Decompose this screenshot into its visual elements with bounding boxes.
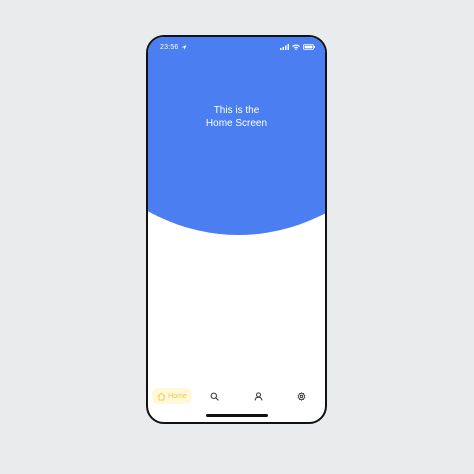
hero-title: This is the Home Screen xyxy=(148,104,325,130)
tab-search[interactable] xyxy=(206,388,222,404)
wifi-icon xyxy=(292,44,300,50)
search-icon xyxy=(210,392,219,401)
hero-title-line-1: This is the xyxy=(213,105,260,116)
location-arrow-icon xyxy=(181,45,187,50)
tab-settings[interactable] xyxy=(293,388,309,404)
hero-background xyxy=(148,37,325,235)
tab-profile[interactable] xyxy=(250,388,266,404)
tab-home-label: Home xyxy=(168,392,187,400)
status-time: 23:56 xyxy=(160,44,179,51)
tab-home[interactable]: Home xyxy=(152,388,192,404)
gear-icon xyxy=(297,391,305,401)
home-icon xyxy=(157,392,166,401)
hero-title-line-2: Home Screen xyxy=(205,118,268,129)
phone-frame: 23:56 This is the Home Screen Home xyxy=(146,35,327,424)
profile-icon xyxy=(254,391,262,401)
status-bar: 23:56 xyxy=(148,37,325,59)
status-icons xyxy=(280,44,315,50)
tab-bar: Home xyxy=(148,388,325,406)
home-indicator[interactable] xyxy=(205,414,268,417)
battery-icon xyxy=(303,44,315,50)
signal-icon xyxy=(280,44,289,50)
